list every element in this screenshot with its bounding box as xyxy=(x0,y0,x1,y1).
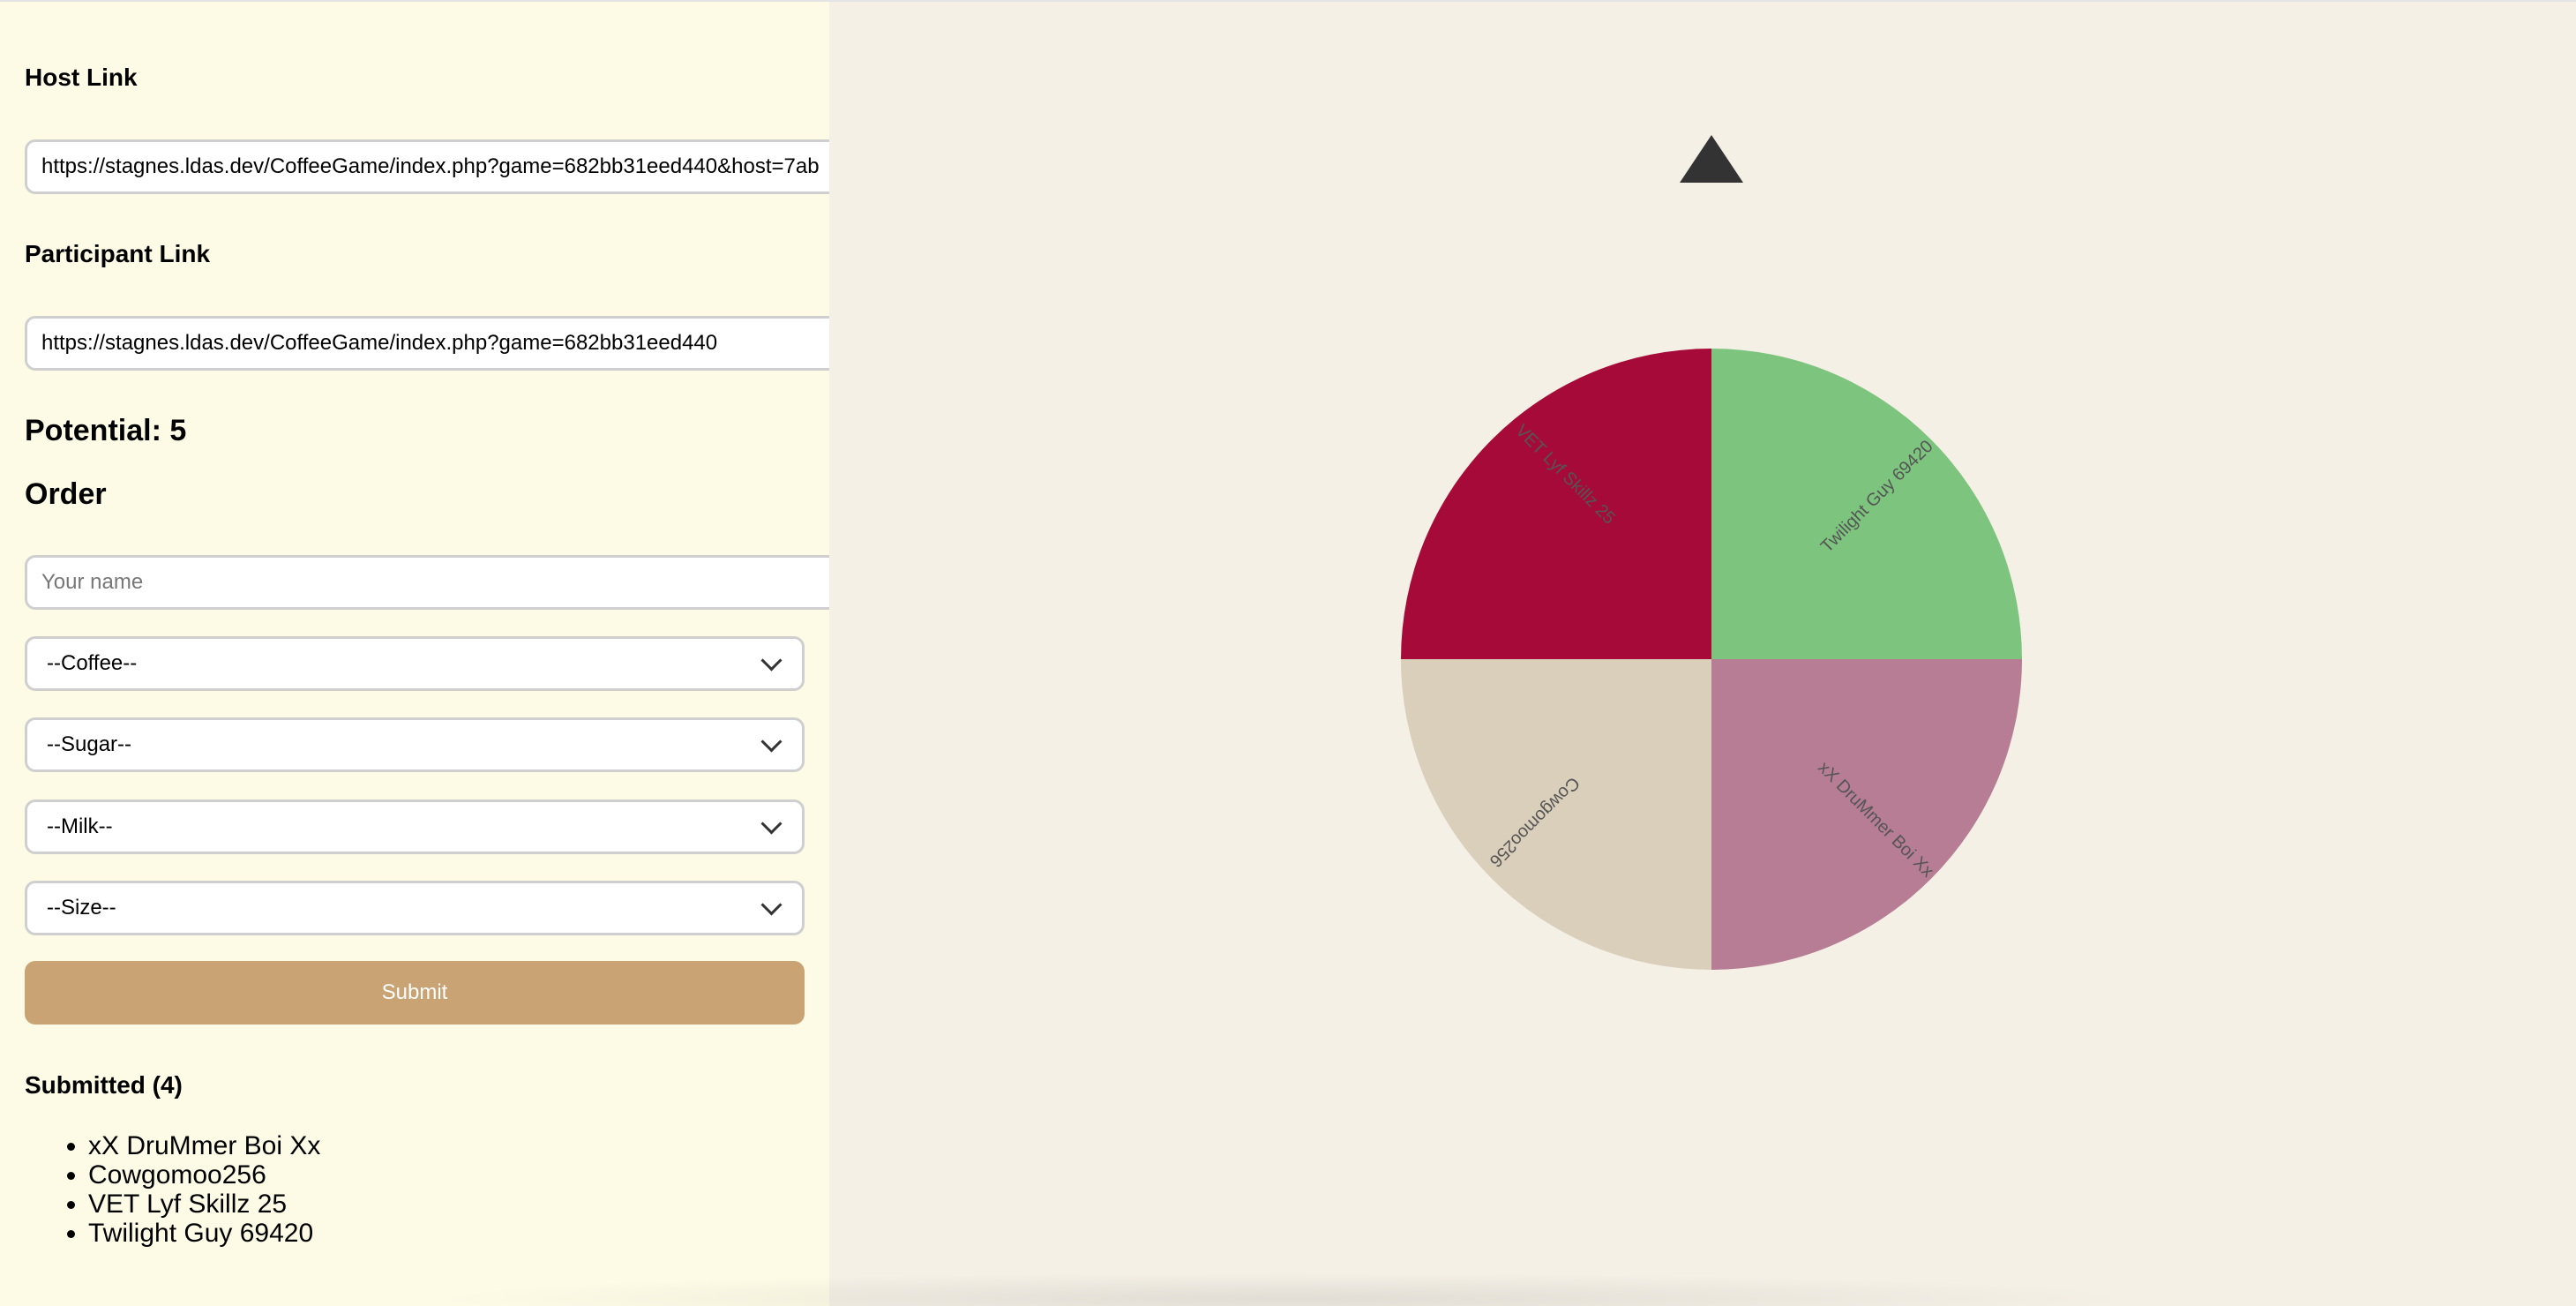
potential-count: Potential: 5 xyxy=(25,414,187,447)
submit-button[interactable]: Submit xyxy=(25,961,805,1025)
list-item: Twilight Guy 69420 xyxy=(88,1219,320,1248)
size-select-value: --Size-- xyxy=(47,896,116,919)
order-sidebar: Host Link Participant Link Potential: 5 … xyxy=(0,2,829,1306)
host-link-input[interactable] xyxy=(25,139,829,194)
list-item: Cowgomoo256 xyxy=(88,1160,320,1190)
sugar-select[interactable]: --Sugar-- xyxy=(25,717,805,772)
wheel-segment-vet-lyf-skillz xyxy=(1401,349,1711,659)
chevron-down-icon xyxy=(760,893,783,916)
submitted-list: xX DruMmer Boi Xx Cowgomoo256 VET Lyf Sk… xyxy=(25,1131,320,1248)
sugar-select-value: --Sugar-- xyxy=(47,732,132,756)
list-item: xX DruMmer Boi Xx xyxy=(88,1131,320,1160)
name-input[interactable] xyxy=(25,555,829,610)
participant-link-input[interactable] xyxy=(25,316,829,371)
order-heading: Order xyxy=(25,477,107,511)
wheel-pointer-icon xyxy=(1680,135,1743,183)
chevron-down-icon xyxy=(760,649,783,672)
coffee-select[interactable]: --Coffee-- xyxy=(25,636,805,691)
coffee-select-value: --Coffee-- xyxy=(47,651,138,675)
size-select[interactable]: --Size-- xyxy=(25,881,805,935)
chevron-down-icon xyxy=(760,812,783,835)
submitted-heading: Submitted (4) xyxy=(25,1071,183,1099)
milk-select-value: --Milk-- xyxy=(47,814,113,838)
host-link-heading: Host Link xyxy=(25,64,138,91)
milk-select[interactable]: --Milk-- xyxy=(25,799,805,854)
list-item: VET Lyf Skillz 25 xyxy=(88,1190,320,1219)
participant-link-heading: Participant Link xyxy=(25,240,211,267)
chevron-down-icon xyxy=(760,730,783,753)
spin-wheel[interactable]: VET Lyf Skillz 25 Twilight Guy 69420 xX … xyxy=(1401,349,2022,970)
